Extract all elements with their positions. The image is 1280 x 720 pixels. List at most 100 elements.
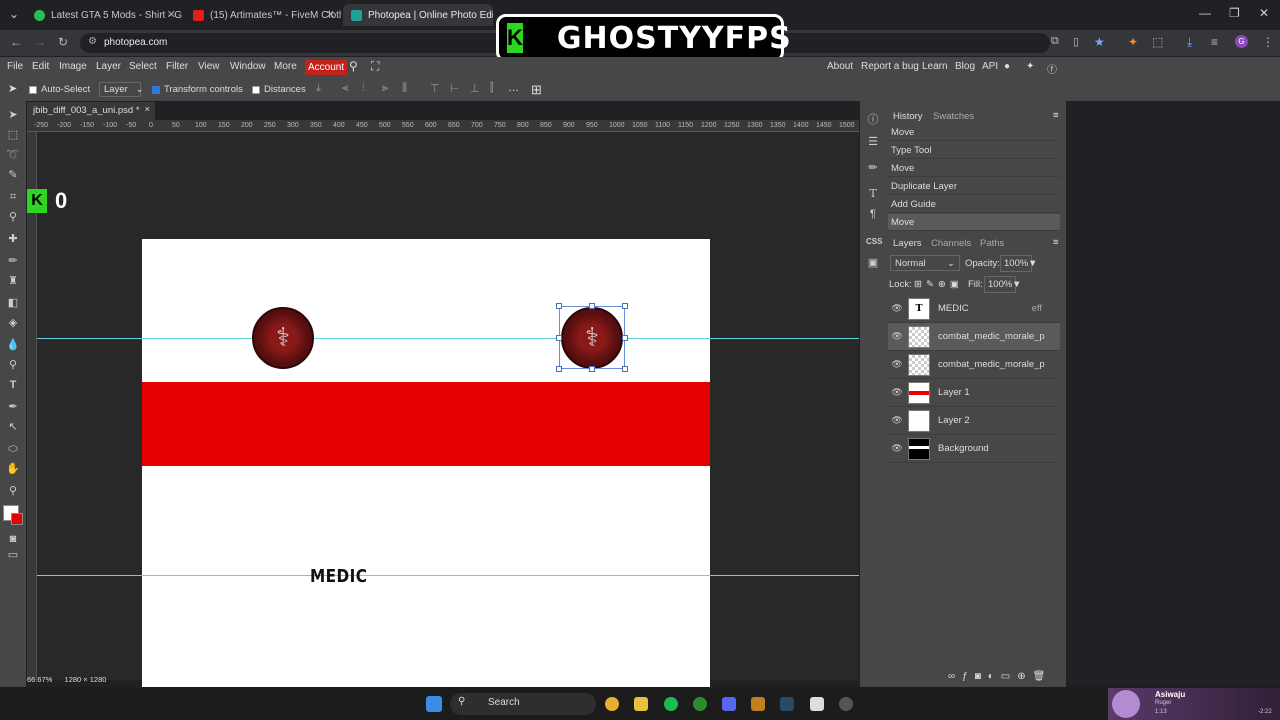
discord-icon[interactable] <box>722 697 736 711</box>
menu-image[interactable]: Image <box>59 61 87 72</box>
transform-selection-box[interactable] <box>559 306 625 369</box>
background-color-swatch[interactable] <box>11 513 23 525</box>
zoom-level[interactable]: 66.67% <box>27 675 52 684</box>
distribute-vertical-icon[interactable]: ⫿ <box>490 82 494 95</box>
adjustments-icon[interactable]: ☰ <box>866 135 880 149</box>
move-tool-icon[interactable]: ➤ <box>6 108 20 122</box>
image-icon[interactable]: ▣ <box>866 256 880 270</box>
transform-handle[interactable] <box>589 303 595 309</box>
document-tab[interactable]: jbib_diff_003_a_uni.psd * × <box>27 102 155 120</box>
reddit-icon[interactable]: ● <box>1004 61 1010 72</box>
fullscreen-icon[interactable]: ⛶ <box>371 59 379 74</box>
pen-tool-icon[interactable]: ✒ <box>6 400 20 414</box>
auto-select-checkbox[interactable]: Auto-Select <box>29 84 90 95</box>
site-info-icon[interactable]: ⚙ <box>88 36 97 47</box>
transform-handle[interactable] <box>622 303 628 309</box>
dodge-tool-icon[interactable]: ⚲ <box>6 358 20 372</box>
minimize-icon[interactable]: — <box>1199 6 1211 20</box>
menu-blog[interactable]: Blog <box>955 61 975 72</box>
taskbar-search[interactable]: ⚲ Search <box>450 693 596 715</box>
shape-tool-icon[interactable]: ⬭ <box>6 442 20 456</box>
layer-select-dropdown[interactable]: Layer ⌄ <box>99 82 144 97</box>
settings-icon[interactable] <box>839 697 853 711</box>
history-item[interactable]: Add Guide <box>888 196 1060 213</box>
extensions-puzzle-icon[interactable]: ⬚ <box>1152 35 1163 49</box>
media-control-icon[interactable]: ≡ <box>1211 35 1218 49</box>
align-middle-icon[interactable]: ⊢ <box>450 82 460 95</box>
steam-icon[interactable] <box>780 697 794 711</box>
layer-row[interactable]: 👁 Background <box>888 435 1060 463</box>
panel-menu-icon[interactable]: ≡ <box>1053 237 1059 248</box>
transform-handle[interactable] <box>556 303 562 309</box>
layer-actions-icon[interactable]: ∞ƒ◙◐▭⊕🗑 <box>948 671 1052 682</box>
spotify-icon[interactable] <box>664 697 678 711</box>
transform-handle[interactable] <box>622 366 628 372</box>
forward-icon[interactable]: → <box>34 35 46 49</box>
tab-paths[interactable]: Paths <box>980 238 1004 249</box>
chrome-menu-icon[interactable]: ⋮ <box>1262 35 1274 49</box>
menu-learn[interactable]: Learn <box>922 61 948 72</box>
transform-handle[interactable] <box>556 335 562 341</box>
history-item[interactable]: Move <box>888 160 1060 177</box>
close-window-icon[interactable]: ✕ <box>1259 6 1269 20</box>
blur-tool-icon[interactable]: 💧 <box>6 338 20 352</box>
search-icon[interactable]: ⚲ <box>349 59 358 73</box>
screen-mode-icon[interactable]: ▭ <box>6 548 20 562</box>
layer-row[interactable]: 👁 Layer 1 <box>888 379 1060 407</box>
path-select-tool-icon[interactable]: ↖ <box>6 420 20 434</box>
account-button[interactable]: Account <box>305 60 348 75</box>
marquee-tool-icon[interactable]: ⬚ <box>6 128 20 142</box>
menu-more[interactable]: More <box>274 61 297 72</box>
panel-menu-icon[interactable]: ≡ <box>1053 110 1059 121</box>
fill-tool-icon[interactable]: ◈ <box>6 316 20 330</box>
healing-tool-icon[interactable]: ✚ <box>6 232 20 246</box>
visibility-eye-icon[interactable]: 👁 <box>888 387 906 398</box>
distances-checkbox[interactable]: Distances <box>252 84 306 95</box>
opacity-arrow-icon[interactable]: ▼ <box>1028 258 1037 269</box>
css-icon[interactable]: CSS <box>866 235 882 249</box>
history-item[interactable]: Duplicate Layer <box>888 178 1060 195</box>
layer-row[interactable]: 👁 combat_medic_morale_p <box>888 351 1060 379</box>
menu-file[interactable]: File <box>7 61 23 72</box>
quick-select-tool-icon[interactable]: ✎ <box>6 168 20 182</box>
hand-tool-icon[interactable]: ✋ <box>6 462 20 476</box>
eraser-tool-icon[interactable]: ◧ <box>6 296 20 310</box>
blend-mode-select[interactable]: Normal ⌄ <box>890 255 960 271</box>
clone-stamp-tool-icon[interactable]: ♜ <box>6 274 20 288</box>
effects-label[interactable]: eff <box>1032 303 1042 314</box>
visibility-eye-icon[interactable]: 👁 <box>888 359 906 370</box>
visibility-eye-icon[interactable]: 👁 <box>888 331 906 342</box>
info-icon[interactable]: ⓘ <box>866 113 880 127</box>
paragraph-icon[interactable]: ¶ <box>866 207 880 221</box>
browser-tab-gta5mods[interactable]: Latest GTA 5 Mods - Shirt - GTA ✕ <box>26 4 182 26</box>
tab-layers[interactable]: Layers <box>893 238 922 249</box>
layer-row[interactable]: 👁 combat_medic_morale_p <box>888 323 1060 351</box>
tab-channels[interactable]: Channels <box>931 238 971 249</box>
layer-row[interactable]: 👁 T MEDIC eff <box>888 295 1060 323</box>
transform-handle[interactable] <box>589 366 595 372</box>
bookmark-star-icon[interactable]: ★ <box>1094 35 1105 49</box>
tab-history[interactable]: History <box>893 111 923 122</box>
crop-tool-icon[interactable]: ⌗ <box>6 190 20 204</box>
lock-options-icon[interactable]: ⊞✎⊕▣ <box>914 279 963 290</box>
close-icon[interactable]: ✕ <box>167 8 176 21</box>
more-options-icon[interactable]: … <box>508 82 519 94</box>
lasso-tool-icon[interactable]: ➰ <box>6 148 20 162</box>
fill-arrow-icon[interactable]: ▼ <box>1012 279 1021 290</box>
tab-swatches[interactable]: Swatches <box>933 111 974 122</box>
horizontal-guide[interactable] <box>37 575 859 576</box>
layer-row[interactable]: 👁 Layer 2 <box>888 407 1060 435</box>
maximize-icon[interactable]: ❐ <box>1229 6 1240 20</box>
browser-tab-artimates[interactable]: (15) Artimates™ - FiveM Clothin ✕ <box>185 4 341 26</box>
menu-select[interactable]: Select <box>129 61 157 72</box>
align-bottom-icon[interactable]: ⊥ <box>470 82 480 95</box>
menu-edit[interactable]: Edit <box>32 61 49 72</box>
character-icon[interactable]: T <box>866 187 880 201</box>
align-left-icon[interactable]: ⫷ <box>342 82 348 95</box>
download-icon[interactable]: ⤓ <box>1187 35 1192 50</box>
transform-handle[interactable] <box>622 335 628 341</box>
chrome-icon[interactable] <box>605 697 619 711</box>
align-right-icon[interactable]: ⫸ <box>382 82 388 95</box>
brush-tool-icon[interactable]: ✏ <box>6 254 20 268</box>
xbox-icon[interactable] <box>693 697 707 711</box>
